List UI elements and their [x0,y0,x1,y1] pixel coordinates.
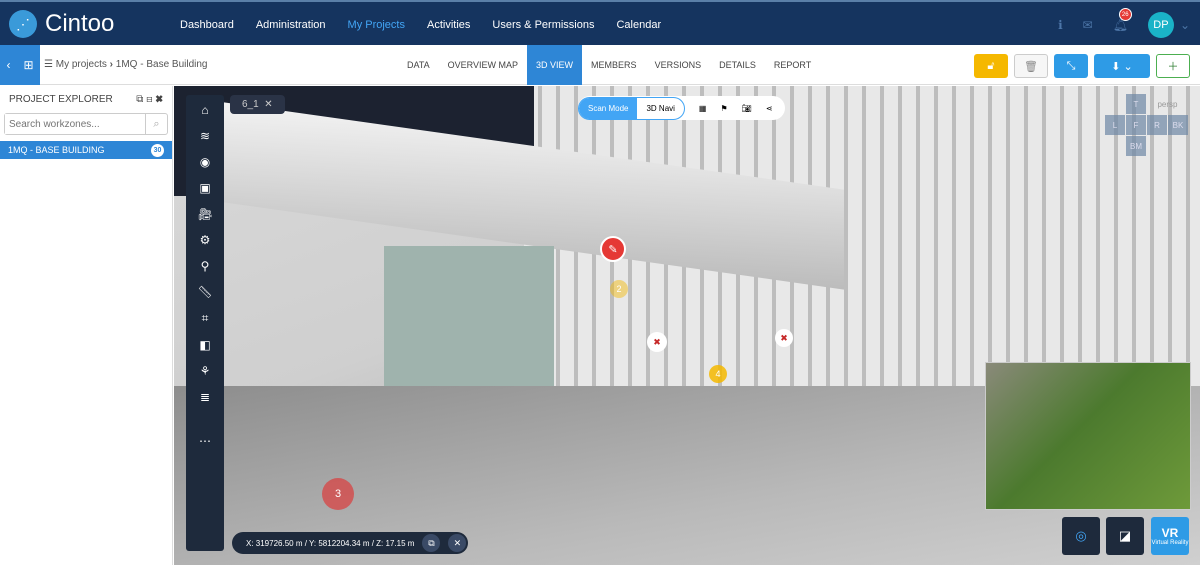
add-folder-button[interactable]: ＋ [1156,54,1190,78]
explorer-title: PROJECT EXPLORER [9,94,113,105]
vr-sublabel: Virtual Reality [1151,540,1189,546]
bell-icon[interactable]: 🔔︎ 26 [1113,7,1132,32]
info-icon[interactable]: ℹ [1058,18,1063,32]
scan-mode-toggle[interactable]: Scan Mode [579,97,638,119]
chevron-down-icon[interactable]: ⌄ [1180,18,1190,32]
pin-icon[interactable]: ⚲ [201,259,210,273]
nav-calendar[interactable]: Calendar [616,19,661,31]
flag-icon[interactable]: ⚑ [720,104,727,113]
main-nav: Dashboard Administration My Projects Act… [180,19,661,31]
scene-glass [384,246,554,386]
3d-navi-toggle[interactable]: 3D Navi [637,98,683,119]
tree-icon[interactable]: ⊞ [23,58,33,72]
workzone-label: 1MQ - BASE BUILDING [8,145,105,155]
project-explorer: PROJECT EXPLORER ⧉ ⊟ ✖ ⌕ 1MQ - BASE BUILD… [0,86,173,565]
export-dropdown-button[interactable]: ⬇ ⌄ [1094,54,1150,78]
collapse-icon[interactable]: ⊟ [146,94,152,105]
tab-data[interactable]: DATA [398,45,439,85]
nav-activities[interactable]: Activities [427,19,470,31]
3d-viewer[interactable]: ⌂ ≋ ◉ ▣ 🎥︎ ⚙ ⚲ 📏︎ ⌗ ◧ ⚘ ≣ ⋯ 6_1 ✕ Scan M… [174,86,1200,565]
logo-icon: ⋰ [9,10,37,38]
gear-icon[interactable]: ⚙ [200,233,211,247]
camera-path-icon[interactable]: 🎥︎ [197,207,212,221]
measure-icon[interactable]: 📏︎ [197,285,212,299]
transform-button[interactable]: ⤡ [1054,54,1088,78]
top-nav: ⋰ Cintoo Dashboard Administration My Proj… [0,0,1200,45]
view-bottom[interactable]: BM [1126,136,1146,156]
search-icon[interactable]: ⌕ [145,114,167,134]
tab-versions[interactable]: VERSIONS [646,45,711,85]
nav-dashboard[interactable]: Dashboard [180,19,234,31]
view-right[interactable]: R [1147,115,1167,135]
breadcrumb-separator: › [109,59,113,70]
scan-chip[interactable]: 6_1 ✕ [230,95,285,114]
delete-button[interactable]: 🗑︎ [1014,54,1048,78]
list-item[interactable]: 1MQ - BASE BUILDING 30 [0,141,172,159]
breadcrumb-root[interactable]: My projects [56,59,107,70]
scan-name: 6_1 [242,99,259,110]
nav-users-permissions[interactable]: Users & Permissions [492,19,594,31]
back-icon[interactable]: ‹ [6,58,10,72]
view-left[interactable]: L [1105,115,1125,135]
tab-3d-view[interactable]: 3D VIEW [527,45,583,85]
tag-icon[interactable]: ⚘ [200,364,211,378]
sub-toolbar: ‹ ⊞ ☰ My projects › 1MQ - Base Building D… [0,45,1200,85]
minimap[interactable] [985,362,1191,510]
grid-icon[interactable]: ▦ [699,104,707,113]
marker[interactable]: 2 [610,280,628,298]
avatar[interactable]: DP [1147,11,1174,38]
count-badge: 30 [151,143,164,157]
compass-button[interactable]: ◎ [1062,517,1100,555]
pencil-marker-icon[interactable]: ✎ [600,236,626,262]
tab-members[interactable]: MEMBERS [582,45,646,85]
fullscreen-button[interactable]: ◪ [1106,517,1144,555]
tab-report[interactable]: REPORT [765,45,820,85]
crop-icon[interactable]: ⌗ [202,311,209,326]
menu-icon[interactable]: ☰ [44,59,56,70]
view-front[interactable]: F [1126,115,1146,135]
vr-button[interactable]: VR Virtual Reality [1151,517,1189,555]
home-icon[interactable]: ⌂ [201,103,208,117]
more-icon[interactable]: ⋯ [199,434,211,448]
tab-details[interactable]: DETAILS [710,45,765,85]
breadcrumb-current: 1MQ - Base Building [115,59,208,70]
share-icon[interactable]: ⋖ [766,104,773,113]
vr-label: VR [1161,526,1179,540]
view-cube: Tpersp L F R BK BM [1105,94,1188,156]
breadcrumb: ☰ My projects › 1MQ - Base Building [44,59,208,70]
compare-icon[interactable]: ◧ [199,338,210,352]
screen-icon[interactable]: ▣ [199,181,210,195]
mode-toolbar: Scan Mode 3D Navi ▦ ⚑ 📷︎ ⋖ [578,96,785,120]
target-icon[interactable]: ◉ [200,155,210,169]
nav-my-projects[interactable]: My Projects [348,19,405,31]
app-name: Cintoo [45,10,115,37]
coordinates-text: X: 319726.50 m / Y: 5812204.34 m / Z: 17… [246,538,415,548]
layers-icon[interactable]: ≋ [200,129,210,143]
close-icon[interactable]: ✖ [155,94,163,105]
coordinates-bar: X: 319726.50 m / Y: 5812204.34 m / Z: 17… [232,532,469,554]
notification-badge: 26 [1118,7,1132,21]
marker[interactable]: 4 [709,365,727,383]
close-icon[interactable]: ✕ [448,534,467,552]
issue-marker-icon[interactable]: ✖ [775,329,793,347]
nav-administration[interactable]: Administration [256,19,326,31]
mail-icon[interactable]: ✉ [1083,18,1093,32]
view-top[interactable]: T [1126,94,1146,114]
view-persp[interactable]: persp [1147,94,1188,114]
close-icon[interactable]: ✕ [261,99,272,110]
tab-overview-map[interactable]: OVERVIEW MAP [439,45,527,85]
stack-icon[interactable]: ≣ [200,390,210,404]
expand-icon[interactable]: ⧉ [136,94,143,105]
unlock-button[interactable]: 🔓︎ [974,54,1008,78]
view-back[interactable]: BK [1168,115,1188,135]
copy-icon[interactable]: ⧉ [422,534,441,552]
camera-icon[interactable]: 📷︎ [742,104,752,113]
issue-marker-icon[interactable]: ✖ [647,332,667,352]
marker[interactable]: 3 [322,478,354,510]
search-input[interactable] [5,114,145,134]
vertical-toolbar: ⌂ ≋ ◉ ▣ 🎥︎ ⚙ ⚲ 📏︎ ⌗ ◧ ⚘ ≣ ⋯ [186,95,224,551]
logo[interactable]: ⋰ Cintoo [9,10,114,38]
